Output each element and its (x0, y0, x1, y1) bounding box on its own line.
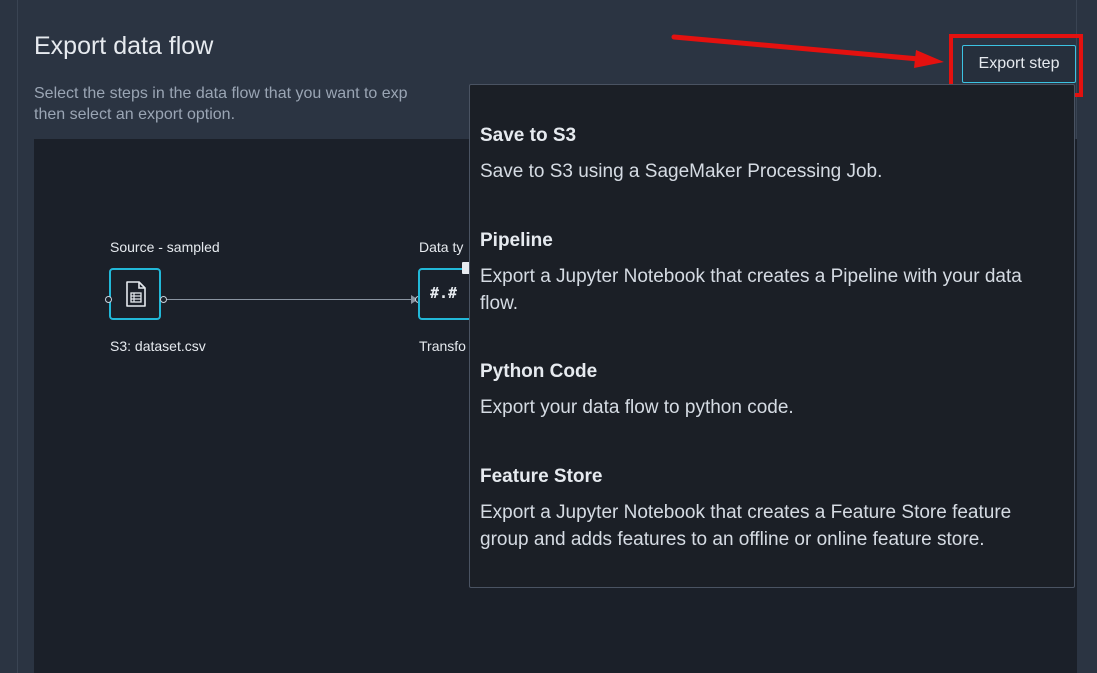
transform-node-label: Transfo (419, 338, 466, 354)
menu-item-desc: Export your data flow to python code. (480, 397, 794, 418)
document-table-icon (126, 281, 146, 307)
right-frame (1076, 0, 1097, 673)
page-description: Select the steps in the data flow that y… (34, 85, 408, 123)
menu-item-desc: Export a Jupyter Notebook that creates a… (480, 502, 1012, 550)
menu-item-title: Feature Store (480, 466, 603, 487)
menu-item-desc: Save to S3 using a SageMaker Processing … (480, 161, 883, 182)
source-node-title: Source - sampled (110, 239, 220, 255)
page-title: Export data flow (34, 32, 214, 60)
transform-node-title: Data ty (419, 239, 464, 255)
source-node[interactable] (109, 268, 161, 320)
menu-item-save-to-s3[interactable]: Save to S3 Save to S3 using a SageMaker … (480, 124, 1060, 185)
menu-item-title: Python Code (480, 361, 598, 382)
menu-item-feature-store[interactable]: Feature Store Export a Jupyter Notebook … (480, 465, 1060, 553)
source-output-port[interactable] (160, 296, 167, 303)
menu-item-pipeline[interactable]: Pipeline Export a Jupyter Notebook that … (480, 229, 1060, 317)
export-options-menu: Save to S3 Save to S3 using a SageMaker … (469, 84, 1075, 588)
red-arrow-icon (671, 34, 944, 68)
menu-item-python-code[interactable]: Python Code Export your data flow to pyt… (480, 360, 1060, 421)
source-node-label: S3: dataset.csv (110, 338, 206, 354)
menu-item-title: Save to S3 (480, 125, 577, 146)
menu-item-desc: Export a Jupyter Notebook that creates a… (480, 266, 1022, 314)
left-frame (0, 0, 18, 673)
source-input-port[interactable] (105, 296, 112, 303)
transform-node-icon-text: #.# (430, 284, 458, 302)
flow-edge (167, 299, 417, 300)
menu-item-title: Pipeline (480, 230, 553, 251)
